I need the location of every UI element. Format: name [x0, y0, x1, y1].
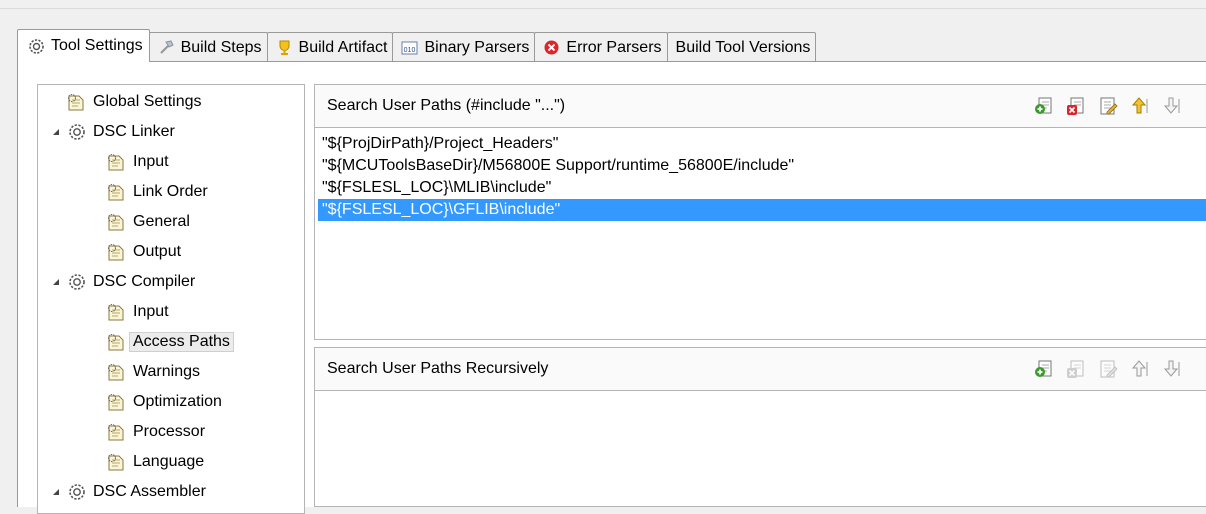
tree-item-label: DSC Compiler	[93, 273, 196, 290]
tree-item-label: DSC Assembler	[93, 483, 206, 500]
hammer-icon	[158, 39, 175, 56]
tab-label: Tool Settings	[51, 37, 143, 54]
tree-item-linker-input[interactable]: Input	[106, 147, 173, 177]
tree-item-processor[interactable]: Processor	[106, 417, 209, 447]
move-up-icon[interactable]	[1130, 96, 1150, 116]
tool-gear-icon	[68, 483, 86, 501]
tab-build-artifact[interactable]: Build Artifact	[266, 32, 394, 62]
tree-item-label: DSC Linker	[93, 123, 175, 140]
user-paths-header: Search User Paths (#include "...")	[314, 84, 1206, 128]
user-paths-panel: Search User Paths (#include "...") "${Pr…	[314, 84, 1206, 340]
tab-binary-parsers[interactable]: 010 Binary Parsers	[392, 32, 536, 62]
tree-item-label: Global Settings	[93, 93, 202, 110]
settings-page-icon	[66, 92, 86, 112]
tree-item-label: General	[133, 213, 190, 230]
tree-item-linker-output[interactable]: Output	[106, 237, 185, 267]
tree-item-label: Link Order	[133, 183, 208, 200]
tree-item-link-order[interactable]: Link Order	[106, 177, 212, 207]
panel-title: Search User Paths Recursively	[327, 360, 549, 377]
add-path-icon[interactable]	[1034, 96, 1054, 116]
expand-arrow-icon[interactable]	[50, 486, 62, 498]
move-down-icon[interactable]	[1162, 359, 1182, 379]
recursive-paths-header: Search User Paths Recursively	[314, 347, 1206, 391]
recursive-paths-toolbar	[1034, 359, 1182, 379]
tree-item-linker-general[interactable]: General	[106, 207, 194, 237]
settings-page-icon	[106, 182, 126, 202]
path-list-item[interactable]: "${ProjDirPath}/Project_Headers"	[318, 133, 1206, 155]
tab-tool-settings[interactable]: Tool Settings	[17, 29, 150, 62]
expand-arrow-icon[interactable]	[50, 276, 62, 288]
settings-page-icon	[106, 152, 126, 172]
recursive-paths-list[interactable]	[314, 391, 1206, 507]
settings-page-icon	[106, 452, 126, 472]
tab-build-steps[interactable]: Build Steps	[148, 32, 268, 62]
window-top-bar	[0, 0, 1206, 9]
settings-tab-strip: Tool Settings Build Steps Build Artifact…	[17, 29, 817, 62]
svg-text:010: 010	[404, 47, 416, 54]
tree-item-label: Language	[133, 453, 205, 470]
edit-path-icon[interactable]	[1098, 359, 1118, 379]
settings-page-icon	[106, 422, 126, 442]
settings-page-icon	[106, 242, 126, 262]
tool-gear-icon	[68, 273, 86, 291]
tree-item-optimization[interactable]: Optimization	[106, 387, 226, 417]
error-icon	[543, 39, 560, 56]
tree-item-label: Warnings	[133, 363, 200, 380]
settings-tree: Global Settings DSC Linker Input Link Order…	[37, 84, 305, 514]
gear-icon	[28, 38, 45, 55]
path-list-item[interactable]: "${MCUToolsBaseDir}/M56800E Support/runt…	[318, 155, 1206, 177]
user-paths-toolbar	[1034, 96, 1182, 116]
settings-page-icon	[106, 212, 126, 232]
settings-page-icon	[106, 302, 126, 322]
panel-title: Search User Paths (#include "...")	[327, 97, 566, 114]
tool-gear-icon	[68, 123, 86, 141]
tab-label: Build Artifact	[298, 38, 388, 56]
tree-item-label: Input	[133, 303, 169, 320]
trophy-icon	[276, 39, 293, 56]
tree-item-label: Processor	[133, 423, 206, 440]
tree-item-compiler-input[interactable]: Input	[106, 297, 173, 327]
add-path-icon[interactable]	[1034, 359, 1054, 379]
settings-page-icon	[106, 362, 126, 382]
path-list-item[interactable]: "${FSLESL_LOC}\MLIB\include"	[318, 177, 1206, 199]
tab-label: Error Parsers	[566, 38, 662, 56]
tree-item-dsc-assembler[interactable]: DSC Assembler	[50, 477, 210, 507]
tree-item-language[interactable]: Language	[106, 447, 208, 477]
tab-error-parsers[interactable]: Error Parsers	[534, 32, 668, 62]
tree-item-warnings[interactable]: Warnings	[106, 357, 204, 387]
tree-item-label: Access Paths	[129, 332, 234, 352]
user-paths-list[interactable]: "${ProjDirPath}/Project_Headers" "${MCUTo…	[314, 128, 1206, 340]
settings-page-icon	[106, 392, 126, 412]
move-down-icon[interactable]	[1162, 96, 1182, 116]
tree-item-label: Output	[133, 243, 182, 260]
tree-item-global-settings[interactable]: Global Settings	[66, 87, 206, 117]
expand-arrow-icon[interactable]	[50, 126, 62, 138]
edit-path-icon[interactable]	[1098, 96, 1118, 116]
move-up-icon[interactable]	[1130, 359, 1150, 379]
settings-page-icon	[106, 332, 126, 352]
tab-label: Binary Parsers	[424, 38, 530, 56]
path-list-item[interactable]: "${FSLESL_LOC}\GFLIB\include"	[318, 199, 1206, 221]
tree-item-dsc-compiler[interactable]: DSC Compiler	[50, 267, 199, 297]
recursive-paths-panel: Search User Paths Recursively	[314, 347, 1206, 507]
tab-build-tool-versions[interactable]: Build Tool Versions	[666, 32, 817, 62]
delete-path-icon[interactable]	[1066, 359, 1086, 379]
delete-path-icon[interactable]	[1066, 96, 1086, 116]
binary-icon: 010	[401, 39, 418, 56]
tab-label: Build Tool Versions	[675, 38, 811, 56]
tree-item-access-paths[interactable]: Access Paths	[106, 327, 234, 357]
tree-item-label: Input	[133, 153, 169, 170]
tab-label: Build Steps	[180, 38, 262, 56]
tree-item-label: Optimization	[133, 393, 222, 410]
tree-item-dsc-linker[interactable]: DSC Linker	[50, 117, 179, 147]
